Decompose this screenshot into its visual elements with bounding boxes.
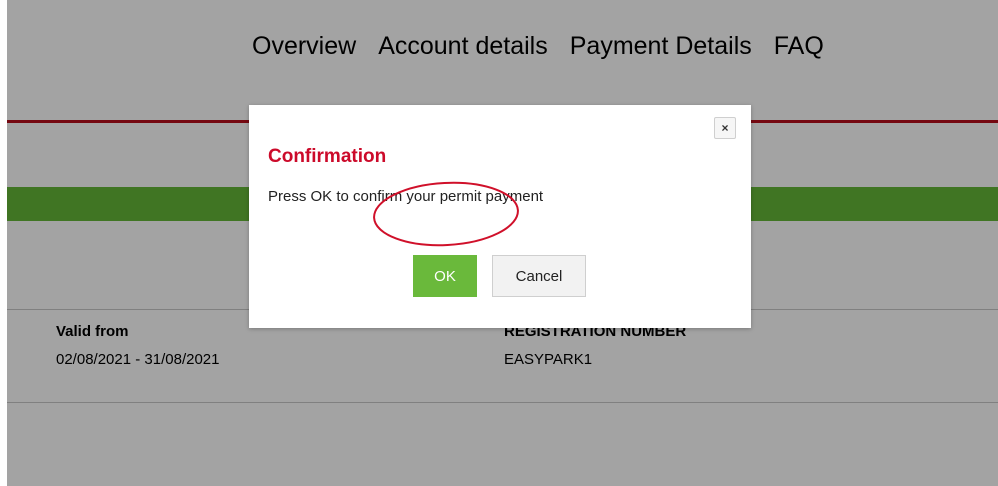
close-button[interactable]: × <box>714 117 736 139</box>
confirmation-dialog: × Confirmation Press OK to confirm your … <box>249 105 751 328</box>
window-edge <box>0 0 7 486</box>
dialog-title: Confirmation <box>268 146 387 167</box>
cancel-button[interactable]: Cancel <box>492 255 586 297</box>
dialog-message: Press OK to confirm your permit payment <box>268 188 544 205</box>
close-icon: × <box>721 121 729 135</box>
ok-button[interactable]: OK <box>413 255 477 297</box>
